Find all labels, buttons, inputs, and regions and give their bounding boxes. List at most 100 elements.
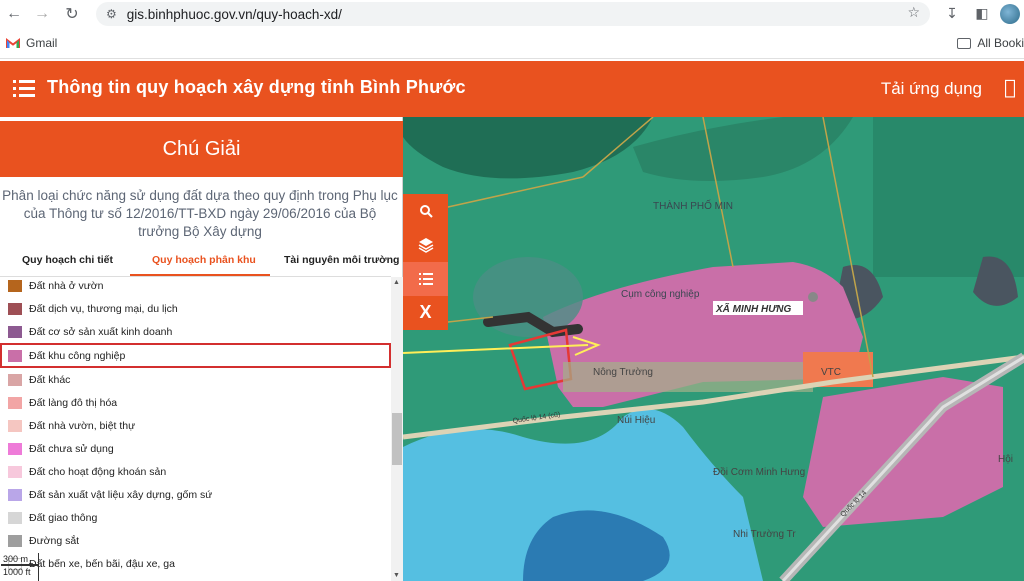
legend-item[interactable]: Đất sản xuất vật liệu xây dựng, gốm sứ [0,483,391,506]
map-label-nui-hieu: Núi Hiệu [617,415,655,426]
apple-icon[interactable]:  [1004,75,1016,99]
legend-item-label: Đất giao thông [29,511,98,524]
scale-imperial: 1000 ft [3,567,31,577]
legend-item[interactable]: Đất làng đô thị hóa [0,391,391,414]
legend-swatch [8,465,22,478]
bookmark-gmail-label: Gmail [26,36,58,50]
legend-item-label: Đất khác [29,373,71,386]
folder-icon [957,37,972,49]
map-toolbar: X [403,194,448,330]
download-app-link[interactable]: Tải ứng dụng [881,79,982,99]
legend-scrollbar[interactable]: ▲ ▼ [391,277,403,581]
legend-item-highlighted[interactable]: Đất khu công nghiệp [0,343,391,368]
legend-swatch [8,488,22,501]
legend-item[interactable]: Đất giao thông [0,506,391,529]
legend-item[interactable]: Đường sắt [0,529,391,552]
bookmark-star-icon[interactable]: ☆ [907,5,920,21]
legend-item[interactable]: Đất chưa sử dụng [0,437,391,460]
legend-item[interactable]: Đất bến xe, bến bãi, đậu xe, ga [0,552,391,575]
download-icon[interactable]: ↧ [940,2,964,26]
legend-swatch [8,349,22,362]
profile-avatar[interactable] [1000,4,1020,24]
app-header: Thông tin quy hoạch xây dựng tỉnh Bình P… [0,61,1024,117]
legend-swatch [8,534,22,547]
map-label-nong-truong: Nông Trường [593,367,653,378]
legend-item-label: Đất nhà vườn, biệt thự [29,419,136,432]
map-label-vtc: VTC [821,367,841,378]
legend-title: Chú Giải [162,137,241,160]
close-icon: X [419,302,432,322]
reload-icon[interactable]: ↻ [58,0,86,28]
search-icon [419,204,433,218]
bookmark-all-label: All Booki [977,36,1024,50]
gmail-icon [6,37,20,48]
map-pin-icon[interactable] [808,292,818,302]
bookmark-all[interactable]: All Booki [957,36,1024,50]
bookmark-gmail[interactable]: Gmail [6,36,57,50]
scale-bar [1,564,39,566]
scroll-down-icon[interactable]: ▼ [393,572,400,579]
legend-item-label: Đất cho hoạt động khoán sản [29,465,167,478]
layers-icon [418,237,433,253]
tab-quy-hoach-chi-tiet[interactable]: Quy hoạch chi tiết [22,254,113,266]
legend-item-label: Đất làng đô thị hóa [29,396,118,409]
legend-list: Đất nhà ở vườn Đất dịch vụ, thương mại, … [0,277,391,581]
legend-item-label: Đất dịch vụ, thương mại, du lịch [29,302,178,315]
legend-swatch [8,419,22,432]
legend-swatch [8,442,22,455]
app-title: Thông tin quy hoạch xây dựng tỉnh Bình P… [47,77,466,97]
legend-item-label: Đất khu công nghiệp [29,349,126,362]
legend-tool-button[interactable] [403,262,448,296]
map-label-nong-truong-2: Nhi Trường Tr [733,529,796,540]
legend-swatch [8,325,22,338]
legend-item[interactable]: Đất nhà ở vườn [0,277,391,297]
legend-item[interactable]: Đất dịch vụ, thương mại, du lịch [0,297,391,320]
map-label-city: THÀNH PHỐ MIN [653,198,733,212]
legend-swatch [8,279,22,292]
browser-toolbar: ← → ↻ ⚙ gis.binhphuoc.gov.vn/quy-hoach-x… [0,0,1024,28]
legend-item[interactable]: Đất cơ sở sản xuất kinh doanh [0,320,391,343]
legend-item[interactable]: Đất cho hoạt động khoán sản [0,460,391,483]
site-info-icon[interactable]: ⚙ [106,7,117,21]
map-label-hoi: Hội [998,454,1013,465]
map-scale: 300 m 1000 ft [0,553,52,581]
bookmarks-bar: Gmail All Booki [0,28,1024,59]
scroll-up-icon[interactable]: ▲ [393,279,400,286]
address-bar[interactable]: ⚙ gis.binhphuoc.gov.vn/quy-hoach-xd/ ☆ [96,2,930,26]
legend-swatch [8,302,22,315]
legend-item[interactable]: Đất khác [0,368,391,391]
legend-tabs: Quy hoạch chi tiết Quy hoạch phân khu Tà… [0,250,400,276]
sidepanel-icon[interactable]: ◧ [970,2,994,26]
legend-swatch [8,373,22,386]
layers-tool-button[interactable] [403,228,448,262]
close-tool-button[interactable]: X [403,296,448,330]
map-label-industrial: Cụm công nghiệp [621,289,700,300]
tab-quy-hoach-phan-khu[interactable]: Quy hoạch phân khu [152,254,256,266]
search-tool-button[interactable] [403,194,448,228]
browser-actions: ↧ ◧ [940,2,1020,26]
map-label-doi: Đồi Cơm Minh Hưng [713,466,805,478]
legend-item-label: Đất sản xuất vật liệu xây dựng, gốm sứ [29,488,213,501]
map-view[interactable]: THÀNH PHỐ MIN Cụm công nghiệp XÃ MINH HƯ… [403,117,1024,581]
map-canvas[interactable]: THÀNH PHỐ MIN Cụm công nghiệp XÃ MINH HƯ… [403,117,1024,581]
legend-header: Chú Giải [0,121,403,177]
legend-item-label: Đường sắt [29,534,80,547]
legend-item[interactable]: Đất nhà vườn, biệt thự [0,414,391,437]
scroll-thumb[interactable] [392,413,402,465]
tab-tai-nguyen-moi-truong[interactable]: Tài nguyên môi trường [284,254,399,266]
legend-swatch [8,511,22,524]
legend-description: Phân loại chức năng sử dụng đất dựa theo… [2,188,398,239]
list-icon [418,272,433,285]
legend-item-label: Đất nhà ở vườn [29,279,104,292]
url-text: gis.binhphuoc.gov.vn/quy-hoach-xd/ [126,6,342,22]
map-label-commune: XÃ MINH HƯNG [715,302,792,315]
legend-panel: Chú Giải Phân loại chức năng sử dụng đất… [0,117,403,581]
scale-tick [38,553,39,581]
forward-icon[interactable]: → [28,0,56,28]
legend-item-label: Đất chưa sử dụng [29,442,114,455]
back-icon[interactable]: ← [0,0,28,28]
menu-icon[interactable] [13,79,35,97]
legend-swatch [8,396,22,409]
legend-item-label: Đất cơ sở sản xuất kinh doanh [29,325,173,338]
scale-metric: 300 m [3,554,29,564]
